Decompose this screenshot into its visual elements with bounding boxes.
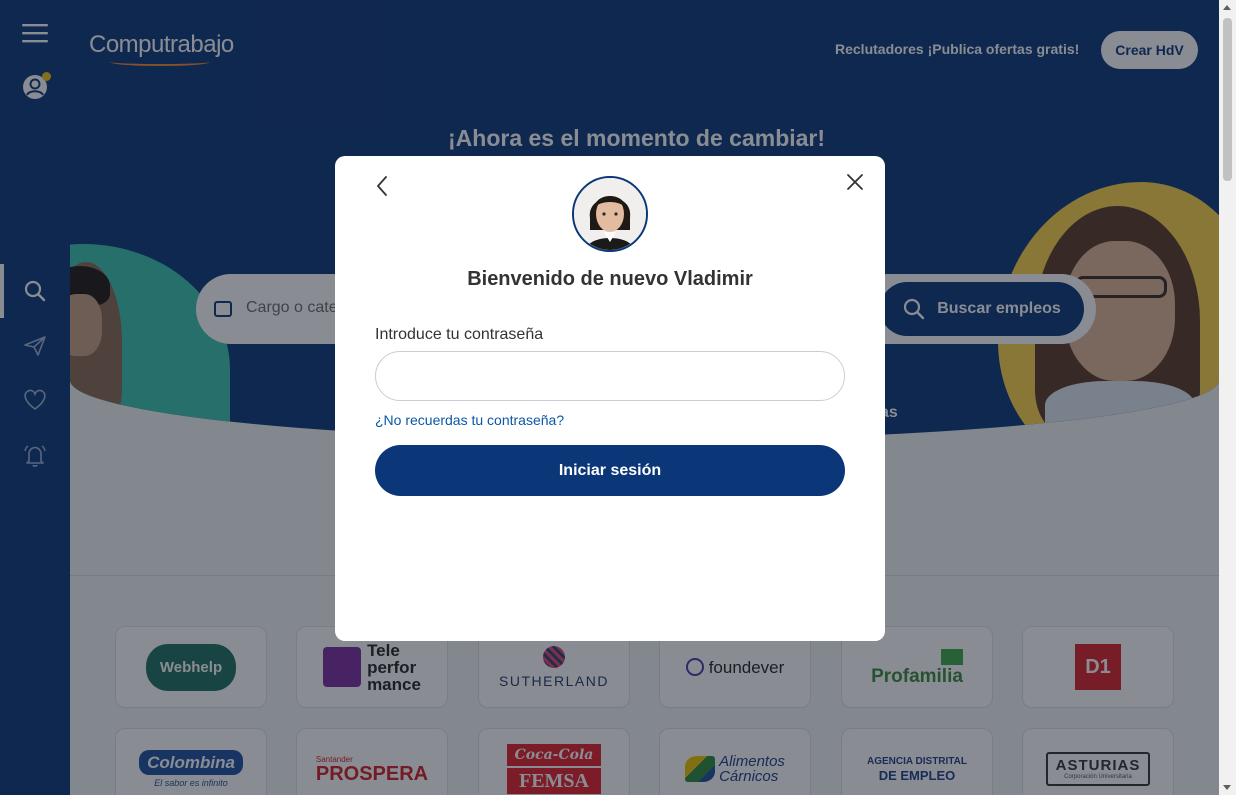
- back-button[interactable]: [371, 174, 395, 198]
- login-button[interactable]: Iniciar sesión: [375, 445, 845, 496]
- user-avatar: [572, 176, 648, 252]
- close-icon: [847, 174, 863, 190]
- chevron-left-icon: [377, 176, 387, 196]
- scroll-thumb[interactable]: [1223, 18, 1232, 181]
- password-input[interactable]: [375, 351, 845, 401]
- scroll-up-arrow-icon[interactable]: [1223, 5, 1231, 10]
- scroll-down-arrow-icon[interactable]: [1223, 785, 1231, 790]
- welcome-heading: Bienvenido de nuevo Vladimir: [467, 268, 753, 290]
- forgot-password-link[interactable]: ¿No recuerdas tu contraseña?: [375, 412, 564, 428]
- close-button[interactable]: [843, 170, 867, 194]
- user-photo: [574, 178, 646, 250]
- login-modal: Bienvenido de nuevo Vladimir Introduce t…: [335, 156, 885, 641]
- password-label: Introduce tu contraseña: [375, 326, 544, 343]
- page-scrollbar[interactable]: [1219, 0, 1236, 795]
